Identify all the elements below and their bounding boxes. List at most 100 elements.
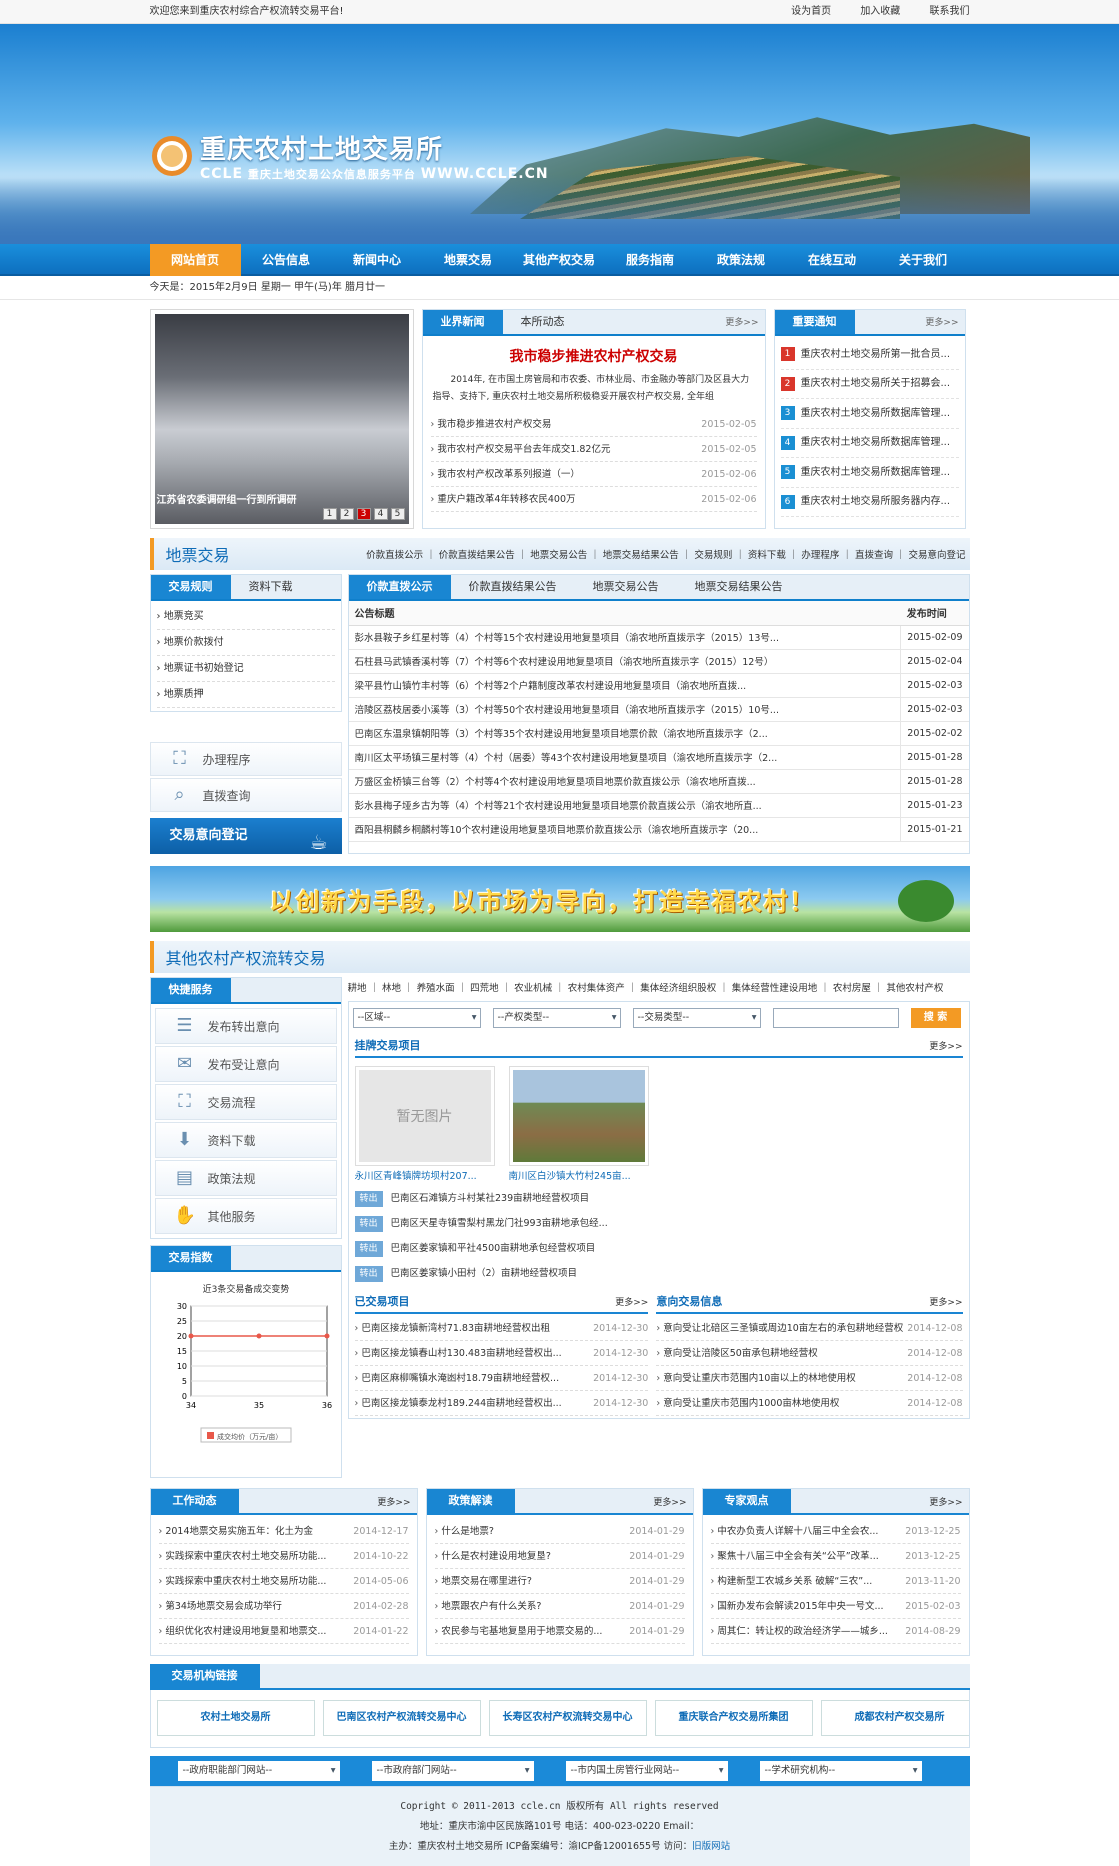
bottom-item[interactable]: 2014地票交易实施五年：化土为金 2014-12-17 <box>158 1519 409 1544</box>
city-gov-select[interactable]: --市政府部门网站-- <box>371 1761 534 1781</box>
row-title[interactable]: 彭水县鞍子乡红星村等（4）个村等15个农村建设用地复垦项目（渝农地所直拨示字（2… <box>348 625 901 650</box>
quick-service-item[interactable]: ☰ 发布转出意向 <box>154 1008 337 1044</box>
region-select[interactable]: --区域-- <box>352 1008 481 1028</box>
slide-page-2[interactable]: 2 <box>339 508 354 520</box>
quick-service-item[interactable]: ▤ 政策法规 <box>154 1160 337 1196</box>
row-title[interactable]: 涪陵区荔枝居委小溪等（3）个村等50个农村建设用地复垦项目（渝农地所直拨示字（2… <box>348 697 901 722</box>
bottom-item-title[interactable]: 周其仁：转让权的政治经济学——城乡... <box>711 1619 892 1643</box>
land-industry-select[interactable]: --市内国土房管行业网站-- <box>565 1761 728 1781</box>
bottom-item[interactable]: 中农办负责人详解十八届三中全会农... 2013-12-25 <box>710 1519 961 1544</box>
intent-item-title[interactable]: 意向受让北碚区三圣镇或周边10亩左右的承包耕地经营权 <box>656 1316 907 1340</box>
nav-interaction[interactable]: 在线互动 <box>787 244 878 276</box>
add-favorite-link[interactable]: 加入收藏 <box>860 6 900 17</box>
listed-item[interactable]: 南川区白沙镇大竹村245亩... <box>508 1066 649 1182</box>
bottom-item[interactable]: 实践探索中重庆农村土地交易所功能... 2014-10-22 <box>158 1544 409 1569</box>
quick-service-item[interactable]: ⬇ 资料下载 <box>154 1122 337 1158</box>
bottom-item-title[interactable]: 聚焦十八届三中全会有关“公平”改革... <box>711 1544 883 1568</box>
table-row[interactable]: 石柱县马武镇香溪村等（7）个村等6个农村建设用地复垦项目（渝农地所直拨示字（20… <box>348 649 969 674</box>
notice-title-text[interactable]: 重庆农村土地交易所数据库管理... <box>801 399 951 428</box>
notice-title-text[interactable]: 重庆农村土地交易所第一批合员... <box>801 340 951 369</box>
bottom-item[interactable]: 国新办发布会解读2015年中央一号文... 2015-02-03 <box>710 1594 961 1619</box>
table-row[interactable]: 梁平县竹山镇竹丰村等（6）个村等2个户籍制度改革农村建设用地复垦项目（渝农地所直… <box>348 673 969 698</box>
rule-item[interactable]: 地票竞买 <box>156 604 335 630</box>
notice-item[interactable]: 4 重庆农村土地交易所数据库管理... <box>780 429 959 458</box>
bottom-item[interactable]: 聚焦十八届三中全会有关“公平”改革... 2013-12-25 <box>710 1544 961 1569</box>
table-row[interactable]: 南川区太平场镇三星村等（4）个村（居委）等43个农村建设用地复垦项目（渝农地所直… <box>348 745 969 770</box>
photo-slider[interactable]: 江苏省农委调研组一行到所调研 1 2 3 4 5 <box>149 309 414 529</box>
news-item[interactable]: 我市稳步推进农村产权交易 2015-02-05 <box>430 412 757 437</box>
notice-item[interactable]: 5 重庆农村土地交易所数据库管理... <box>780 458 959 488</box>
rule-item[interactable]: 地票质押 <box>156 682 335 708</box>
bottom-item-title[interactable]: 国新办发布会解读2015年中央一号文... <box>711 1594 888 1618</box>
done-item-title[interactable]: 巴南区接龙镇春山村130.483亩耕地经营权出... <box>355 1341 566 1365</box>
bottom-item-title[interactable]: 组织优化农村建设用地复垦和地票交... <box>159 1619 331 1643</box>
notice-title-text[interactable]: 重庆农村土地交易所关于招募会... <box>801 370 951 399</box>
bottom-item[interactable]: 什么是农村建设用地复垦? 2014-01-29 <box>434 1544 685 1569</box>
slide-page-5[interactable]: 5 <box>390 508 405 520</box>
intent-item-title[interactable]: 意向受让重庆市范围内1000亩林地使用权 <box>656 1391 843 1415</box>
right-type-select[interactable]: --产权类型-- <box>492 1008 621 1028</box>
tab-ticket-result[interactable]: 地票交易结果公告 <box>677 575 801 599</box>
notice-more-link[interactable]: 更多>> <box>925 315 958 328</box>
row-title[interactable]: 万盛区金桥镇三台等（2）个村等4个农村建设用地复垦项目地票价款直拨公示（渝农地所… <box>348 769 901 794</box>
done-item[interactable]: 巴南区接龙镇春山村130.483亩耕地经营权出... 2014-12-30 <box>354 1341 649 1366</box>
transfer-title[interactable]: 巴南区姜家镇和平社4500亩耕地承包经营权项目 <box>391 1236 596 1261</box>
tab-price-publicity[interactable]: 价款直拨公示 <box>348 575 451 599</box>
done-item-title[interactable]: 巴南区接龙镇泰龙村189.244亩耕地经营权出... <box>355 1391 566 1415</box>
bottom-item-title[interactable]: 中农办负责人详解十八届三中全会农... <box>711 1519 883 1543</box>
category-links[interactable]: 耕地 ｜ 林地 ｜ 养殖水面 ｜ 四荒地 ｜ 农业机械 ｜ 农村集体资产 ｜ 集… <box>348 977 970 1001</box>
transfer-item[interactable]: 转出 巴南区姜家镇小田村（2）亩耕地经营权项目 <box>354 1261 963 1286</box>
intent-more-link[interactable]: 更多>> <box>929 1295 962 1308</box>
row-title[interactable]: 彭水县梅子垭乡古为等（4）个村等21个农村建设用地复垦项目地票价款直拨公示（渝农… <box>348 793 901 818</box>
org-link-logo[interactable]: 长寿区农村产权流转交易中心 <box>488 1700 647 1736</box>
row-title[interactable]: 巴南区东温泉镇朝阳等（3）个村等35个农村建设用地复垦项目地票价款（渝农地所直拨… <box>348 721 901 746</box>
table-row[interactable]: 涪陵区荔枝居委小溪等（3）个村等50个农村建设用地复垦项目（渝农地所直拨示字（2… <box>348 697 969 722</box>
direct-query-button[interactable]: ⌕ 直拨查询 <box>149 778 342 812</box>
listed-item-photo[interactable] <box>512 1070 645 1162</box>
org-link-logo[interactable]: 成都农村产权交易所 <box>820 1700 969 1736</box>
bottom-item-title[interactable]: 地票跟农户有什么关系? <box>435 1594 546 1618</box>
set-homepage-link[interactable]: 设为首页 <box>791 6 831 17</box>
search-button[interactable]: 搜 索 <box>910 1008 961 1028</box>
bottom-item-title[interactable]: 实践探索中重庆农村土地交易所功能... <box>159 1544 331 1568</box>
nav-service-guide[interactable]: 服务指南 <box>605 244 696 276</box>
news-item-title[interactable]: 重庆户籍改革4年转移农民400万 <box>431 487 580 511</box>
expert-more[interactable]: 更多>> <box>929 1495 962 1508</box>
bottom-item-title[interactable]: 构建新型工农城乡关系 破解“三农”... <box>711 1569 877 1593</box>
bottom-item[interactable]: 构建新型工农城乡关系 破解“三农”... 2013-11-20 <box>710 1569 961 1594</box>
tab-trade-rules[interactable]: 交易规则 <box>150 575 231 599</box>
tab-downloads[interactable]: 资料下载 <box>231 575 311 599</box>
done-item-title[interactable]: 巴南区麻柳嘴镇水淹凼村18.79亩耕地经营权... <box>355 1366 564 1390</box>
done-item-title[interactable]: 巴南区接龙镇新湾村71.83亩耕地经营权出租 <box>355 1316 555 1340</box>
rule-item[interactable]: 地票证书初始登记 <box>156 656 335 682</box>
listed-item[interactable]: 暂无图片 永川区青峰镇牌坊坝村207... <box>354 1066 495 1182</box>
row-title[interactable]: 梁平县竹山镇竹丰村等（6）个村等2个户籍制度改革农村建设用地复垦项目（渝农地所直… <box>348 673 901 698</box>
row-title[interactable]: 石柱县马武镇香溪村等（7）个村等6个农村建设用地复垦项目（渝农地所直拨示字（20… <box>348 649 901 674</box>
bottom-item-title[interactable]: 第34场地票交易会成功举行 <box>159 1594 286 1618</box>
transfer-title[interactable]: 巴南区天星寺镇雪梨村黑龙门社993亩耕地承包经... <box>391 1211 608 1236</box>
done-item[interactable]: 巴南区麻柳嘴镇水淹凼村18.79亩耕地经营权... 2014-12-30 <box>354 1366 649 1391</box>
keyword-input[interactable] <box>772 1008 899 1028</box>
site-logo[interactable]: 重庆农村土地交易所 CCLE 重庆土地交易公众信息服务平台 WWW.CCLE.C… <box>152 129 549 182</box>
news-item[interactable]: 我市农村产权交易平台去年成交1.82亿元 2015-02-05 <box>430 437 757 462</box>
contact-link[interactable]: 联系我们 <box>930 6 970 17</box>
bottom-item-title[interactable]: 农民参与宅基地复垦用于地票交易的... <box>435 1619 607 1643</box>
nav-land-ticket[interactable]: 地票交易 <box>423 244 514 276</box>
tab-industry-news[interactable]: 业界新闻 <box>422 310 503 334</box>
news-item-title[interactable]: 我市农村产权交易平台去年成交1.82亿元 <box>431 437 615 461</box>
intent-item[interactable]: 意向受让重庆市范围内10亩以上的林地使用权 2014-12-08 <box>656 1366 963 1391</box>
listed-more-link[interactable]: 更多>> <box>929 1039 962 1052</box>
bottom-item[interactable]: 实践探索中重庆农村土地交易所功能... 2014-05-06 <box>158 1569 409 1594</box>
row-title[interactable]: 南川区太平场镇三星村等（4）个村（居委）等43个农村建设用地复垦项目（渝农地所直… <box>348 745 901 770</box>
bottom-item-title[interactable]: 什么是地票? <box>435 1519 498 1543</box>
notice-title-text[interactable]: 重庆农村土地交易所数据库管理... <box>801 458 951 487</box>
bottom-item[interactable]: 周其仁：转让权的政治经济学——城乡... 2014-08-29 <box>710 1619 961 1644</box>
table-row[interactable]: 酉阳县桐麟乡桐麟村等10个农村建设用地复垦项目地票价款直拨公示（渝农地所直拨示字… <box>348 817 969 842</box>
news-item[interactable]: 我市农村产权改革系列报道（一） 2015-02-06 <box>430 462 757 487</box>
listed-item-title[interactable]: 永川区青峰镇牌坊坝村207... <box>355 1168 495 1182</box>
table-row[interactable]: 彭水县梅子垭乡古为等（4）个村等21个农村建设用地复垦项目地票价款直拨公示（渝农… <box>348 793 969 818</box>
bottom-item[interactable]: 地票交易在哪里进行? 2014-01-29 <box>434 1569 685 1594</box>
slide-page-1[interactable]: 1 <box>322 508 337 520</box>
transfer-title[interactable]: 巴南区石滩镇方斗村某社239亩耕地经营权项目 <box>391 1186 590 1211</box>
row-title[interactable]: 酉阳县桐麟乡桐麟村等10个农村建设用地复垦项目地票价款直拨公示（渝农地所直拨示字… <box>348 817 901 842</box>
